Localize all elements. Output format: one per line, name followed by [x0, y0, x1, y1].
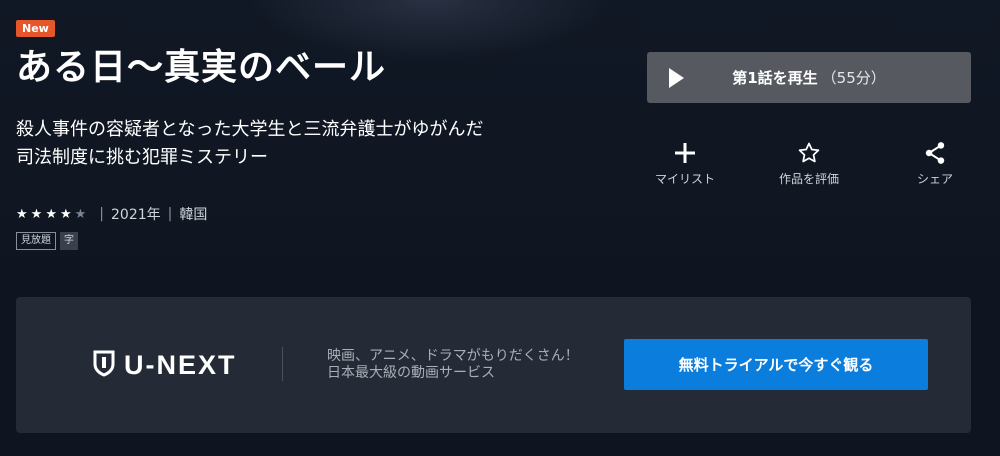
star-filled-icon: ★	[45, 206, 57, 222]
free-trial-button[interactable]: 無料トライアルで今すぐ観る	[624, 339, 928, 390]
star-filled-icon: ★	[30, 206, 43, 222]
country: 韓国	[179, 207, 208, 223]
play-duration: （55分）	[821, 69, 886, 87]
tag-subtitle: 字	[60, 232, 78, 250]
play-episode-button[interactable]: 第1話を再生 （55分）	[647, 52, 971, 103]
star-outline-icon	[764, 140, 854, 166]
unext-logo: U-NEXT	[92, 349, 237, 381]
tagline-line-1: 映画、アニメ、ドラマがもりだくさん！	[327, 348, 579, 364]
star-filled-icon: ★	[59, 206, 72, 222]
action-bar: マイリスト 作品を評価 シェア	[640, 140, 980, 190]
share-button[interactable]: シェア	[890, 140, 980, 187]
tag-unlimited: 見放題	[16, 232, 56, 250]
mylist-label: マイリスト	[654, 172, 715, 186]
share-icon	[890, 140, 980, 166]
tag-list: 見放題 字	[16, 232, 78, 250]
shield-icon	[92, 349, 116, 381]
description-line-2: 司法制度に挑む犯罪ミステリー	[16, 147, 268, 168]
rate-button[interactable]: 作品を評価	[764, 140, 854, 187]
promo-banner: U-NEXT 映画、アニメ、ドラマがもりだくさん！ 日本最大級の動画サービス 無…	[16, 297, 971, 433]
page-title: ある日～真実のベール	[16, 47, 387, 88]
share-label: シェア	[916, 172, 953, 186]
mylist-button[interactable]: マイリスト	[640, 140, 730, 187]
description-line-1: 殺人事件の容疑者となった大学生と三流弁護士がゆがんだ	[16, 119, 484, 140]
star-filled-icon: ★	[16, 206, 28, 222]
rating-stars: ★ ★ ★ ★ ★	[16, 207, 86, 222]
play-icon	[669, 68, 684, 88]
banner-divider	[282, 347, 283, 381]
release-year: 2021年	[111, 207, 161, 223]
logo-text: U-NEXT	[124, 349, 237, 380]
description: 殺人事件の容疑者となった大学生と三流弁護士がゆがんだ 司法制度に挑む犯罪ミステリ…	[16, 116, 556, 172]
meta-row: ★ ★ ★ ★ ★ | 2021年 | 韓国	[16, 203, 207, 225]
star-empty-icon: ★	[74, 206, 87, 222]
plus-icon	[640, 140, 730, 166]
banner-tagline: 映画、アニメ、ドラマがもりだくさん！ 日本最大級の動画サービス	[327, 348, 579, 382]
meta-separator: |	[99, 206, 104, 222]
new-badge: New	[16, 20, 55, 37]
play-label: 第1話を再生	[732, 69, 818, 87]
rate-label: 作品を評価	[778, 172, 839, 186]
tagline-line-2: 日本最大級の動画サービス	[327, 365, 495, 381]
meta-separator: |	[167, 206, 173, 222]
